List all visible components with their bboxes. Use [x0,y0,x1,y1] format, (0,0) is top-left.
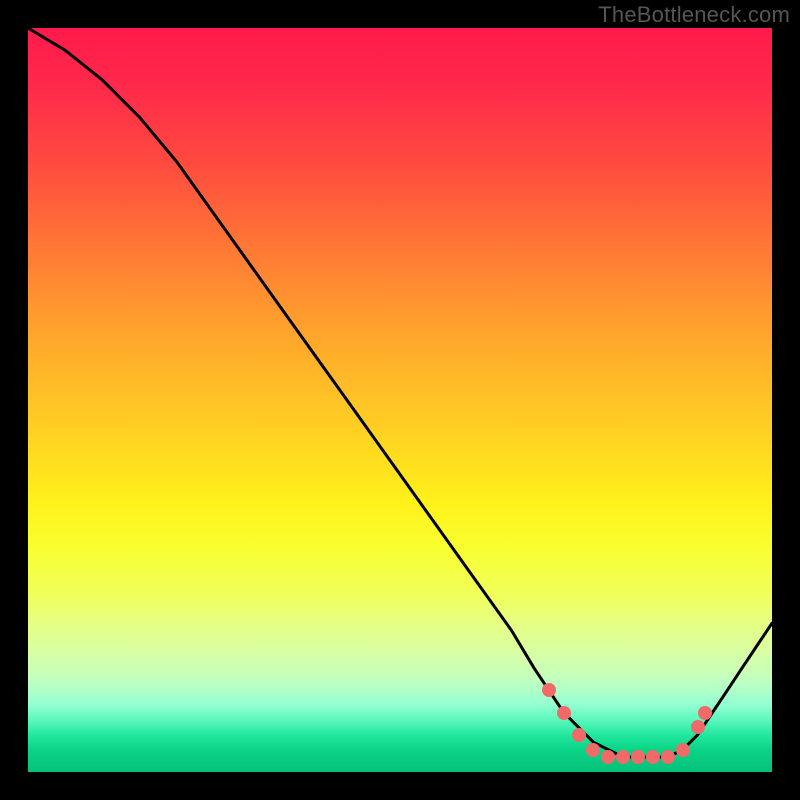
marker-dot [691,720,705,734]
chart-frame: TheBottleneck.com [0,0,800,800]
plot-area [28,28,772,772]
marker-dot [646,750,660,764]
marker-dot [542,683,556,697]
marker-dot [601,750,615,764]
watermark-label: TheBottleneck.com [598,2,790,28]
marker-dot [661,750,675,764]
marker-dot [631,750,645,764]
marker-dot [698,706,712,720]
marker-dot [572,728,586,742]
marker-dot [676,743,690,757]
marker-dot [557,706,571,720]
marker-dots-layer [28,28,772,772]
marker-dot [586,743,600,757]
marker-dot [616,750,630,764]
